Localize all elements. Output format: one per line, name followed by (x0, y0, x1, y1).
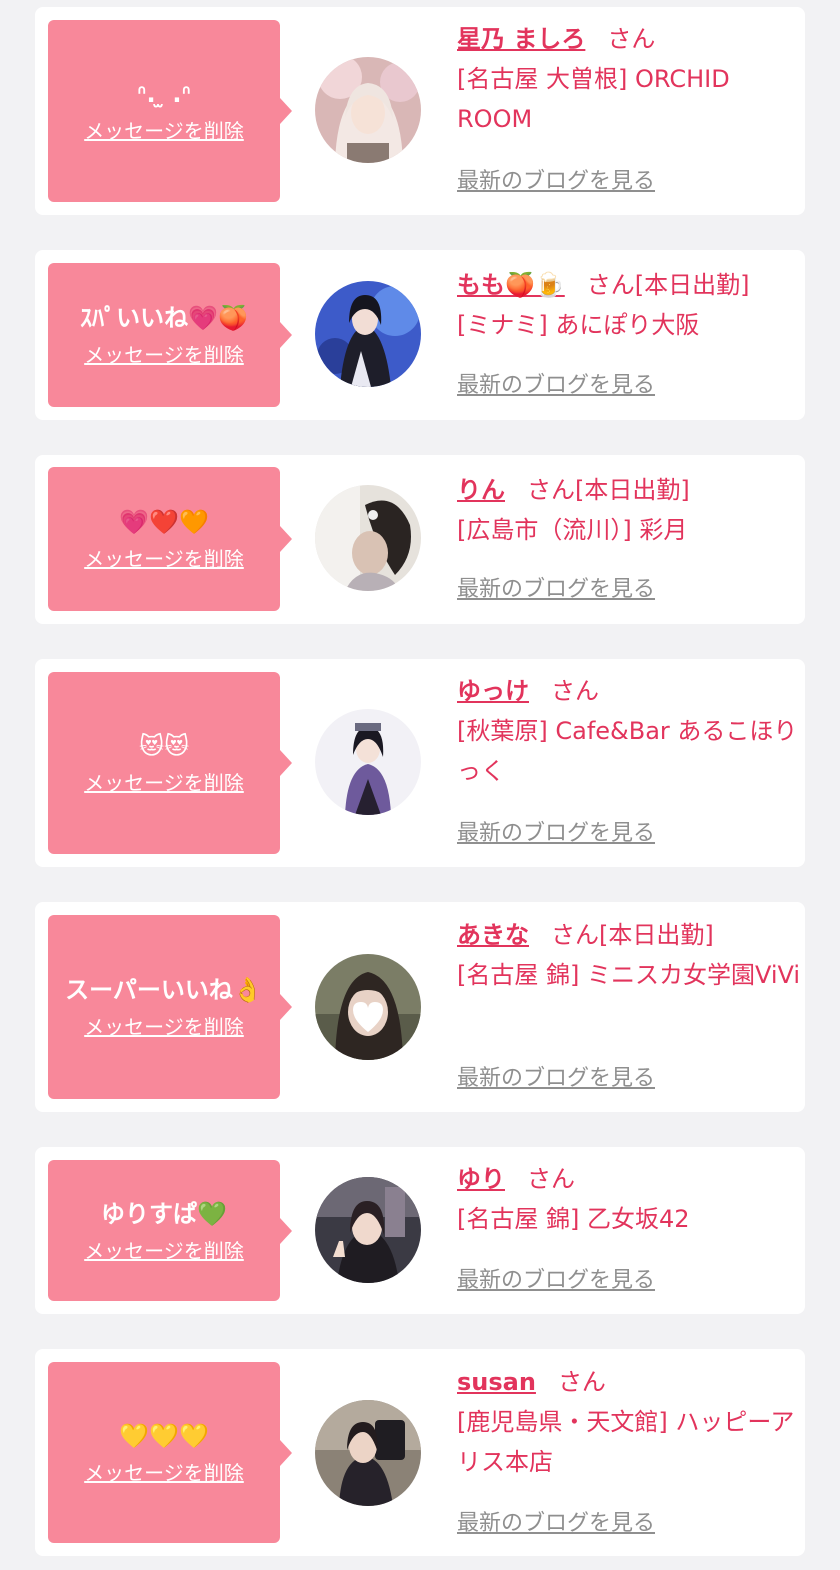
girl-name-link[interactable]: 星乃 ましろ (457, 25, 585, 53)
message-text: スーパーいいね👌 (65, 976, 263, 1004)
delete-message-link[interactable]: メッセージを削除 (84, 118, 244, 144)
avatar[interactable] (315, 709, 421, 815)
girl-info: りん さん[本日出勤] [広島市（流川）] 彩月 (457, 470, 802, 550)
avatar[interactable] (315, 485, 421, 591)
delete-message-link[interactable]: メッセージを削除 (84, 342, 244, 368)
favorites-list: ᐢ. ̫ .ᐢ メッセージを削除 星乃 ましろ さん [名古屋 大曽根] ORCH… (0, 0, 840, 1570)
message-text: ᐢ. ̫ .ᐢ (137, 80, 191, 108)
status-label: [本日出勤] (634, 271, 750, 299)
girl-info: あきな さん[本日出勤] [名古屋 錦] ミニスカ女学園ViVi (457, 915, 802, 995)
shop-label: [名古屋 錦] ミニスカ女学園ViVi (457, 961, 801, 989)
name-line: ゆり さん (457, 1159, 802, 1199)
delete-message-link[interactable]: メッセージを削除 (84, 1014, 244, 1040)
message-text: 😻😻 (138, 732, 190, 760)
avatar-photo (315, 1177, 421, 1283)
favorite-card: スーパーいいね👌 メッセージを削除 あきな さん[本日出勤] [名古屋 錦] ミニ… (35, 902, 805, 1112)
name-line: あきな さん[本日出勤] (457, 915, 802, 955)
delete-message-link[interactable]: メッセージを削除 (84, 1238, 244, 1264)
shop-label: [鹿児島県・天文館] ハッピーアリス本店 (457, 1408, 795, 1476)
message-bubble: ᐢ. ̫ .ᐢ メッセージを削除 (48, 20, 292, 202)
name-line: susan さん (457, 1362, 802, 1402)
favorite-card: ｽﾊﾟいいね💗🍑 メッセージを削除 もも🍑🍺 さん[本日出勤] [ミナミ] あにぽ… (35, 250, 805, 420)
girl-name-link[interactable]: りん (457, 476, 505, 504)
honorific: さん (557, 1368, 606, 1396)
avatar-photo (315, 485, 421, 591)
avatar[interactable] (315, 954, 421, 1060)
message-bubble: ｽﾊﾟいいね💗🍑 メッセージを削除 (48, 263, 292, 407)
girl-info: 星乃 ましろ さん [名古屋 大曽根] ORCHID ROOM (457, 19, 802, 139)
shop-label: [秋葉原] Cafe&Bar あるこほりっく (457, 717, 798, 785)
shop-label: [名古屋 大曽根] ORCHID ROOM (457, 65, 730, 133)
message-bubble: スーパーいいね👌 メッセージを削除 (48, 915, 292, 1099)
name-line: もも🍑🍺 さん[本日出勤] (457, 265, 802, 305)
latest-blog-link[interactable]: 最新のブログを見る (457, 1064, 655, 1094)
honorific: さん (551, 921, 599, 949)
avatar[interactable] (315, 281, 421, 387)
avatar[interactable] (315, 57, 421, 163)
message-text: 💛💛💛 (119, 1421, 209, 1450)
girl-name-link[interactable]: ゆっけ (457, 677, 529, 705)
girl-name-link[interactable]: ゆり (457, 1165, 505, 1193)
avatar[interactable] (315, 1400, 421, 1506)
girl-info: susan さん [鹿児島県・天文館] ハッピーアリス本店 (457, 1362, 802, 1482)
honorific: さん (551, 677, 599, 705)
latest-blog-link[interactable]: 最新のブログを見る (457, 819, 655, 849)
message-bubble: 💛💛💛 メッセージを削除 (48, 1362, 292, 1543)
message-text: ゆりすぱ💚 (101, 1199, 227, 1228)
favorite-card: ゆりすぱ💚 メッセージを削除 ゆり さん [名古屋 錦] 乙女坂42 最新のブログ… (35, 1147, 805, 1314)
favorite-card: 💗❤️🧡 メッセージを削除 りん さん[本日出勤] [広島市（流川）] 彩月 最新… (35, 455, 805, 624)
girl-info: ゆっけ さん [秋葉原] Cafe&Bar あるこほりっく (457, 671, 802, 791)
girl-name-link[interactable]: susan (457, 1368, 536, 1396)
status-label: [本日出勤] (575, 476, 690, 504)
favorite-card: 💛💛💛 メッセージを削除 susan さん [鹿児島県・天文館] ハッピーアリス本… (35, 1349, 805, 1556)
favorite-card: 😻😻 メッセージを削除 ゆっけ さん [秋葉原] Cafe&Bar あるこほりっく… (35, 659, 805, 867)
shop-label: [名古屋 錦] 乙女坂42 (457, 1205, 690, 1233)
latest-blog-link[interactable]: 最新のブログを見る (457, 167, 655, 197)
status-label: [本日出勤] (599, 921, 714, 949)
favorite-card: ᐢ. ̫ .ᐢ メッセージを削除 星乃 ましろ さん [名古屋 大曽根] ORCH… (35, 7, 805, 215)
honorific: さん (527, 1165, 575, 1193)
delete-message-link[interactable]: メッセージを削除 (84, 1460, 244, 1486)
girl-info: もも🍑🍺 さん[本日出勤] [ミナミ] あにぽり大阪 (457, 265, 802, 345)
latest-blog-link[interactable]: 最新のブログを見る (457, 575, 655, 605)
message-text: ｽﾊﾟいいね💗🍑 (80, 304, 248, 332)
message-bubble: 💗❤️🧡 メッセージを削除 (48, 467, 292, 611)
avatar-photo (315, 709, 421, 815)
message-text: 💗❤️🧡 (119, 508, 209, 536)
girl-info: ゆり さん [名古屋 錦] 乙女坂42 (457, 1159, 802, 1239)
message-bubble: ゆりすぱ💚 メッセージを削除 (48, 1160, 292, 1301)
latest-blog-link[interactable]: 最新のブログを見る (457, 371, 655, 401)
name-line: ゆっけ さん (457, 671, 802, 711)
girl-name-link[interactable]: もも🍑🍺 (457, 271, 565, 299)
name-line: りん さん[本日出勤] (457, 470, 802, 510)
avatar-photo (315, 1400, 421, 1506)
honorific: さん (527, 476, 575, 504)
delete-message-link[interactable]: メッセージを削除 (84, 770, 244, 796)
honorific: さん (586, 271, 635, 299)
honorific: さん (607, 25, 656, 53)
latest-blog-link[interactable]: 最新のブログを見る (457, 1509, 655, 1539)
avatar-photo (315, 57, 421, 163)
girl-name-link[interactable]: あきな (457, 921, 529, 949)
avatar-photo (315, 281, 421, 387)
delete-message-link[interactable]: メッセージを削除 (84, 546, 244, 572)
shop-label: [ミナミ] あにぽり大阪 (457, 311, 700, 339)
avatar-photo (315, 954, 421, 1060)
latest-blog-link[interactable]: 最新のブログを見る (457, 1266, 655, 1296)
message-bubble: 😻😻 メッセージを削除 (48, 672, 292, 854)
avatar[interactable] (315, 1177, 421, 1283)
name-line: 星乃 ましろ さん (457, 19, 802, 59)
shop-label: [広島市（流川）] 彩月 (457, 516, 688, 544)
